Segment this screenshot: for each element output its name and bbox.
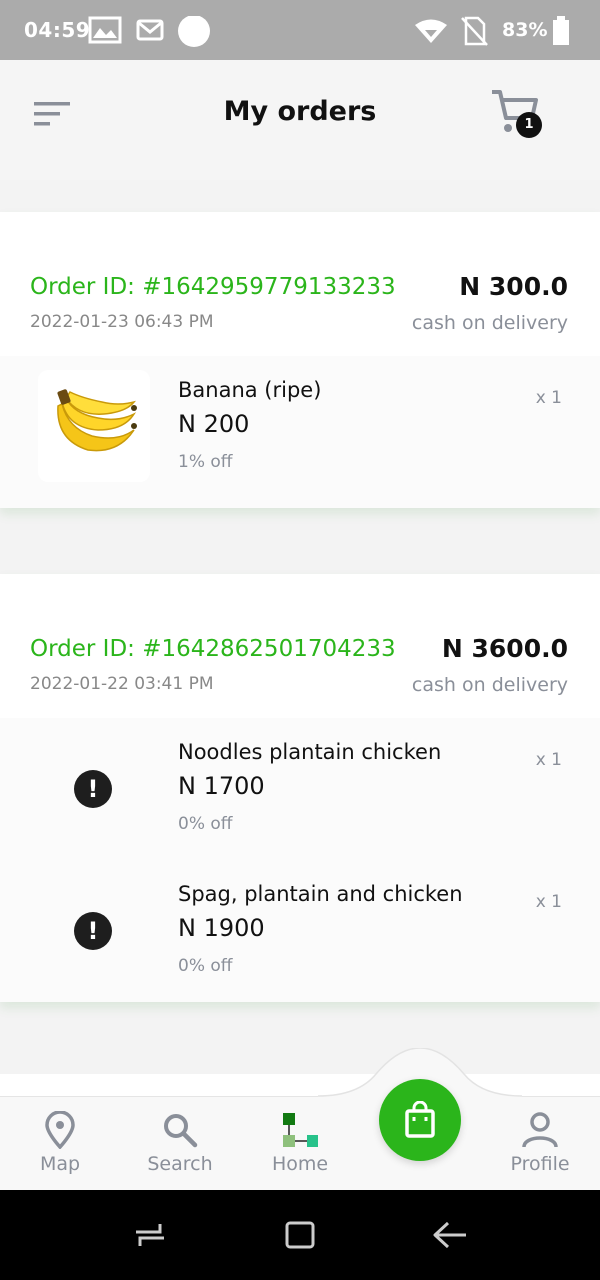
order-date: 2022-01-22 03:41 PM (30, 674, 214, 694)
item-quantity: x 1 (535, 750, 562, 770)
order-item[interactable]: ! Spag, plantain and chicken N 1900 0% o… (0, 860, 600, 1002)
profile-icon (522, 1112, 558, 1148)
battery-percent: 83% (502, 19, 548, 41)
home-button-icon[interactable] (284, 1220, 316, 1250)
system-nav-bar (0, 1190, 600, 1280)
app-header: My orders 1 (0, 60, 600, 180)
order-total: N 3600.0 (441, 634, 568, 663)
item-discount: 0% off (178, 814, 233, 834)
order-item[interactable]: Banana (ripe) N 200 1% off x 1 (0, 356, 600, 498)
alert-icon: ! (74, 912, 112, 950)
nav-search[interactable]: Search (120, 1097, 240, 1191)
nav-label: Home (271, 1153, 329, 1175)
status-bar: 04:59 83% (0, 0, 600, 60)
status-time: 04:59 (24, 18, 91, 42)
orders-fab-button[interactable] (379, 1079, 461, 1161)
payment-method: cash on delivery (411, 312, 568, 334)
item-discount: 1% off (178, 452, 233, 472)
item-discount: 0% off (178, 956, 233, 976)
item-name: Noodles plantain chicken (178, 740, 442, 764)
gallery-icon (88, 16, 122, 44)
order-id: Order ID: #1642959779133233 (30, 274, 396, 300)
alert-icon: ! (74, 770, 112, 808)
shopping-bag-icon (405, 1101, 435, 1138)
order-header: Order ID: #1642862501704233 2022-01-22 0… (0, 574, 600, 718)
circle-icon (178, 16, 210, 47)
order-item[interactable]: ! Noodles plantain chicken N 1700 0% off… (0, 718, 600, 860)
order-total: N 300.0 (459, 272, 568, 301)
item-quantity: x 1 (535, 892, 562, 912)
item-name: Spag, plantain and chicken (178, 882, 463, 906)
order-header: Order ID: #1642959779133233 2022-01-23 0… (0, 212, 600, 356)
item-price: N 200 (178, 410, 250, 438)
home-icon (283, 1113, 319, 1147)
item-price: N 1900 (178, 914, 265, 942)
nav-label: Map (39, 1153, 81, 1175)
back-icon[interactable] (432, 1220, 468, 1250)
wifi-icon (415, 19, 447, 43)
order-card[interactable]: Order ID: #1642959779133233 2022-01-23 0… (0, 212, 600, 508)
map-pin-icon (45, 1111, 75, 1149)
nav-label: Profile (510, 1153, 570, 1175)
no-sim-icon (461, 16, 488, 46)
order-date: 2022-01-23 06:43 PM (30, 312, 214, 332)
recent-apps-icon[interactable] (134, 1220, 166, 1250)
nav-label: Search (147, 1153, 213, 1175)
order-id: Order ID: #1642862501704233 (30, 636, 396, 662)
cart-count-badge: 1 (516, 112, 542, 138)
gmail-icon (136, 19, 164, 41)
item-quantity: x 1 (535, 388, 562, 408)
item-price: N 1700 (178, 772, 265, 800)
search-icon (164, 1114, 198, 1148)
item-name: Banana (ripe) (178, 378, 322, 402)
nav-map[interactable]: Map (0, 1097, 120, 1191)
banana-image (38, 370, 150, 482)
battery-icon (553, 16, 569, 45)
cart-button[interactable]: 1 (488, 86, 548, 142)
order-card[interactable]: Order ID: #1642862501704233 2022-01-22 0… (0, 574, 600, 1002)
payment-method: cash on delivery (411, 674, 568, 696)
